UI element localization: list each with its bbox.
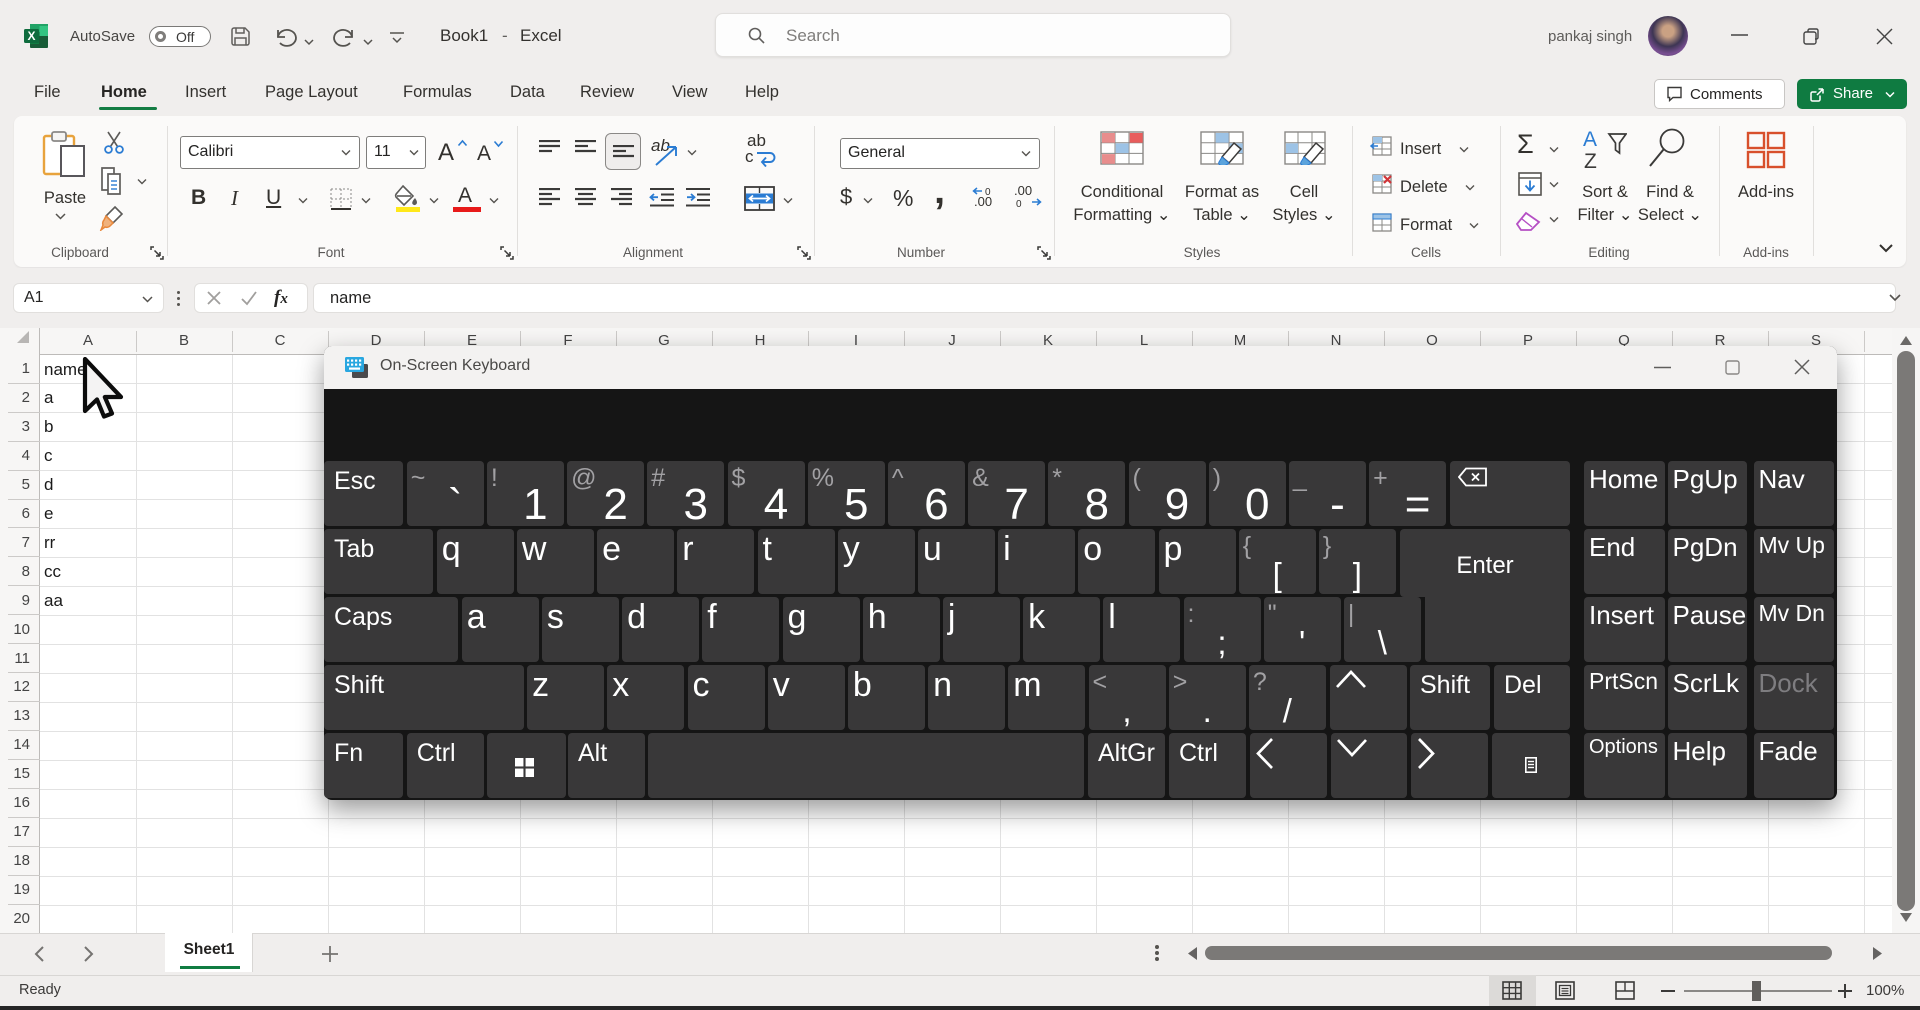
svg-text:0: 0 [1016,199,1022,208]
svg-text:.00: .00 [1014,186,1032,198]
svg-text:0: 0 [985,187,991,198]
svg-text:Enter: Enter [1456,552,1513,579]
svg-text:Z: Z [1584,150,1597,170]
svg-text:X: X [27,29,35,43]
svg-text:A: A [1583,128,1597,151]
